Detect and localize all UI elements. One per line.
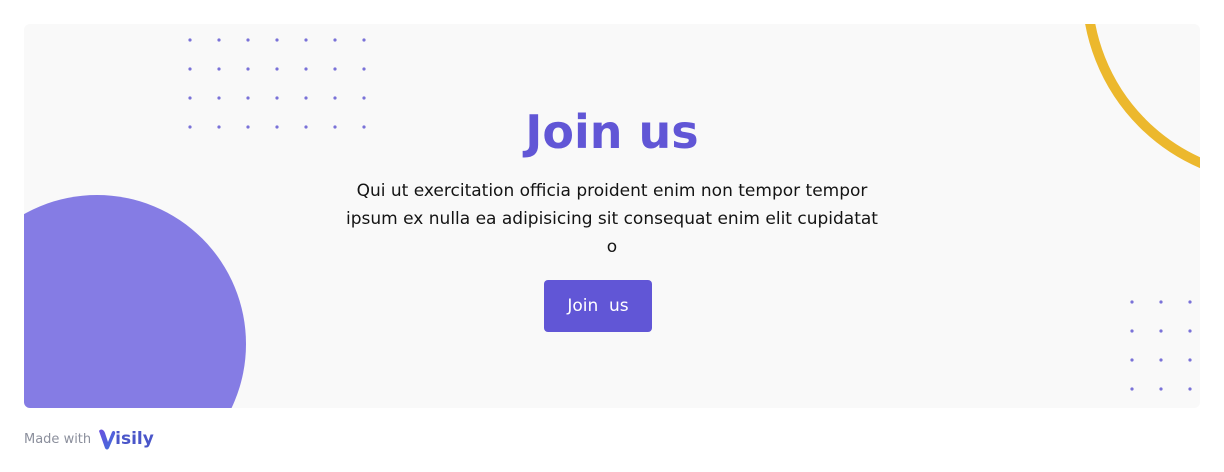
page-canvas: Join us Qui ut exercitation officia proi… <box>0 0 1224 472</box>
made-with-label: Made with <box>24 431 92 447</box>
visily-v-logo-icon <box>99 429 116 450</box>
join-us-banner: Join us Qui ut exercitation officia proi… <box>24 24 1200 408</box>
visily-logo[interactable]: isily <box>97 428 154 450</box>
page-title: Join us <box>525 105 699 159</box>
banner-content: Join us Qui ut exercitation officia proi… <box>24 24 1200 408</box>
made-with-footer[interactable]: Made with isily <box>24 424 154 454</box>
banner-description: Qui ut exercitation officia proident eni… <box>346 181 878 257</box>
visily-brand-text: isily <box>115 429 154 449</box>
join-us-button[interactable]: Join us <box>544 280 652 332</box>
